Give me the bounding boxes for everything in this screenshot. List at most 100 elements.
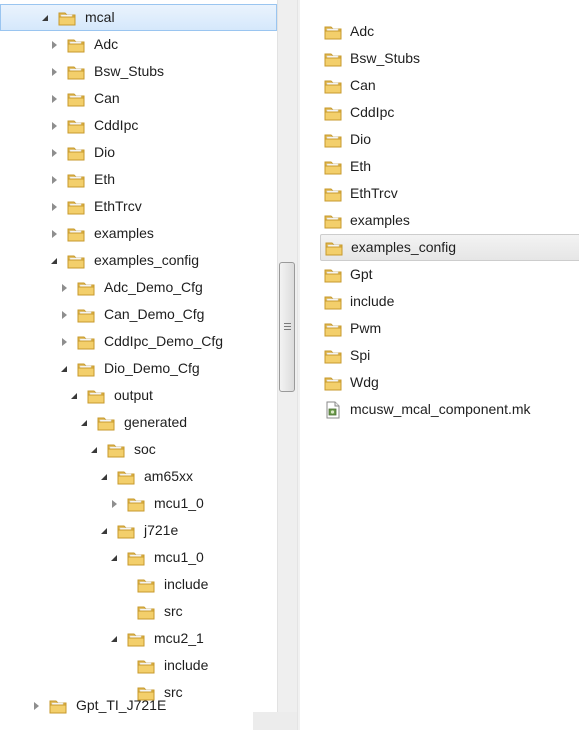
collapsed-arrow-icon[interactable] bbox=[48, 93, 60, 105]
collapsed-arrow-icon[interactable] bbox=[30, 700, 42, 712]
content-item-cddipc[interactable]: CddIpc bbox=[320, 99, 579, 126]
folder-icon bbox=[324, 215, 342, 228]
tree-item-mcu2-1[interactable]: mcu2_1 bbox=[0, 625, 277, 652]
tree-item-label: output bbox=[114, 387, 153, 403]
folder-icon bbox=[324, 107, 342, 120]
tree-item-label: generated bbox=[124, 414, 188, 430]
tree-item-j721e[interactable]: j721e bbox=[0, 517, 277, 544]
content-item-include[interactable]: include bbox=[320, 288, 579, 315]
content-item-label: Gpt bbox=[350, 266, 373, 282]
tree-item-gpt-ti-j721e[interactable]: Gpt_TI_J721E bbox=[0, 692, 277, 719]
content-item-label: CddIpc bbox=[350, 104, 395, 120]
folder-icon bbox=[324, 377, 342, 390]
scrollbar-thumb[interactable] bbox=[279, 262, 295, 392]
expanded-arrow-icon[interactable] bbox=[108, 552, 120, 564]
content-item-gpt[interactable]: Gpt bbox=[320, 261, 579, 288]
tree-item-cddipc-demo-cfg[interactable]: CddIpc_Demo_Cfg bbox=[0, 328, 277, 355]
folder-icon bbox=[67, 228, 85, 241]
collapsed-arrow-icon[interactable] bbox=[58, 309, 70, 321]
content-item-examples-config[interactable]: examples_config bbox=[320, 234, 579, 261]
content-item-examples[interactable]: examples bbox=[320, 207, 579, 234]
expanded-arrow-icon[interactable] bbox=[88, 444, 100, 456]
collapsed-arrow-icon[interactable] bbox=[58, 282, 70, 294]
collapsed-arrow-icon[interactable] bbox=[58, 336, 70, 348]
content-item-adc[interactable]: Adc bbox=[320, 18, 579, 45]
content-item-spi[interactable]: Spi bbox=[320, 342, 579, 369]
folder-icon bbox=[324, 26, 342, 39]
expanded-arrow-icon[interactable] bbox=[68, 390, 80, 402]
tree-item-mcu1-0[interactable]: mcu1_0 bbox=[0, 490, 277, 517]
content-item-label: Spi bbox=[350, 347, 371, 363]
tree-item-dio[interactable]: Dio bbox=[0, 139, 277, 166]
tree-item-dio-demo-cfg[interactable]: Dio_Demo_Cfg bbox=[0, 355, 277, 382]
expanded-arrow-icon[interactable] bbox=[48, 255, 60, 267]
tree-item-generated[interactable]: generated bbox=[0, 409, 277, 436]
tree-item-output[interactable]: output bbox=[0, 382, 277, 409]
collapsed-arrow-icon[interactable] bbox=[48, 66, 60, 78]
tree-item-can[interactable]: Can bbox=[0, 85, 277, 112]
tree-item-include[interactable]: include bbox=[0, 571, 277, 598]
content-item-label: Adc bbox=[350, 23, 375, 39]
tree-item-src[interactable]: src bbox=[0, 598, 277, 625]
expanded-arrow-icon[interactable] bbox=[39, 12, 51, 24]
folder-icon bbox=[324, 296, 342, 309]
collapsed-arrow-icon[interactable] bbox=[48, 147, 60, 159]
collapsed-arrow-icon[interactable] bbox=[48, 201, 60, 213]
tree-item-label: Can bbox=[94, 90, 120, 106]
tree-item-eth[interactable]: Eth bbox=[0, 166, 277, 193]
tree-item-include[interactable]: include bbox=[0, 652, 277, 679]
folder-icon bbox=[58, 12, 76, 25]
tree-item-cddipc[interactable]: CddIpc bbox=[0, 112, 277, 139]
folder-icon bbox=[77, 363, 95, 376]
tree-item-mcal[interactable]: mcal bbox=[0, 4, 277, 31]
tree-item-label: Adc_Demo_Cfg bbox=[104, 279, 203, 295]
collapsed-arrow-icon[interactable] bbox=[48, 228, 60, 240]
collapsed-arrow-icon[interactable] bbox=[48, 39, 60, 51]
folder-icon bbox=[77, 309, 95, 322]
content-item-mcusw-mcal-component-mk[interactable]: mcusw_mcal_component.mk bbox=[320, 396, 579, 423]
collapsed-arrow-icon[interactable] bbox=[48, 174, 60, 186]
collapsed-arrow-icon[interactable] bbox=[48, 120, 60, 132]
tree-item-label: CddIpc bbox=[94, 117, 139, 133]
content-item-ethtrcv[interactable]: EthTrcv bbox=[320, 180, 579, 207]
content-item-eth[interactable]: Eth bbox=[320, 153, 579, 180]
folder-icon bbox=[67, 66, 85, 79]
tree-item-ethtrcv[interactable]: EthTrcv bbox=[0, 193, 277, 220]
content-item-dio[interactable]: Dio bbox=[320, 126, 579, 153]
tree-vertical-scrollbar[interactable] bbox=[277, 0, 297, 712]
folder-icon bbox=[324, 269, 342, 282]
makefile-icon bbox=[326, 401, 340, 418]
folder-icon bbox=[324, 134, 342, 147]
tree-item-can-demo-cfg[interactable]: Can_Demo_Cfg bbox=[0, 301, 277, 328]
content-item-label: Bsw_Stubs bbox=[350, 50, 421, 66]
expanded-arrow-icon[interactable] bbox=[98, 525, 110, 537]
tree-item-label: Can_Demo_Cfg bbox=[104, 306, 205, 322]
folder-icon bbox=[67, 174, 85, 187]
content-item-pwm[interactable]: Pwm bbox=[320, 315, 579, 342]
tree-item-am65xx[interactable]: am65xx bbox=[0, 463, 277, 490]
folder-icon bbox=[127, 498, 145, 511]
folder-icon bbox=[49, 700, 67, 713]
expanded-arrow-icon[interactable] bbox=[78, 417, 90, 429]
tree-item-bsw-stubs[interactable]: Bsw_Stubs bbox=[0, 58, 277, 85]
collapsed-arrow-icon[interactable] bbox=[108, 498, 120, 510]
tree-item-label: j721e bbox=[144, 522, 179, 538]
tree-item-mcu1-0[interactable]: mcu1_0 bbox=[0, 544, 277, 571]
tree-item-soc[interactable]: soc bbox=[0, 436, 277, 463]
tree-item-adc-demo-cfg[interactable]: Adc_Demo_Cfg bbox=[0, 274, 277, 301]
folder-icon bbox=[67, 120, 85, 133]
tree-item-adc[interactable]: Adc bbox=[0, 31, 277, 58]
tree-item-label: Adc bbox=[94, 36, 119, 52]
tree-item-examples[interactable]: examples bbox=[0, 220, 277, 247]
expanded-arrow-icon[interactable] bbox=[108, 633, 120, 645]
expanded-arrow-icon[interactable] bbox=[58, 363, 70, 375]
folder-icon bbox=[324, 350, 342, 363]
content-item-can[interactable]: Can bbox=[320, 72, 579, 99]
folder-icon bbox=[127, 633, 145, 646]
tree-item-examples-config[interactable]: examples_config bbox=[0, 247, 277, 274]
content-item-bsw-stubs[interactable]: Bsw_Stubs bbox=[320, 45, 579, 72]
content-item-wdg[interactable]: Wdg bbox=[320, 369, 579, 396]
folder-icon bbox=[137, 606, 155, 619]
expanded-arrow-icon[interactable] bbox=[98, 471, 110, 483]
